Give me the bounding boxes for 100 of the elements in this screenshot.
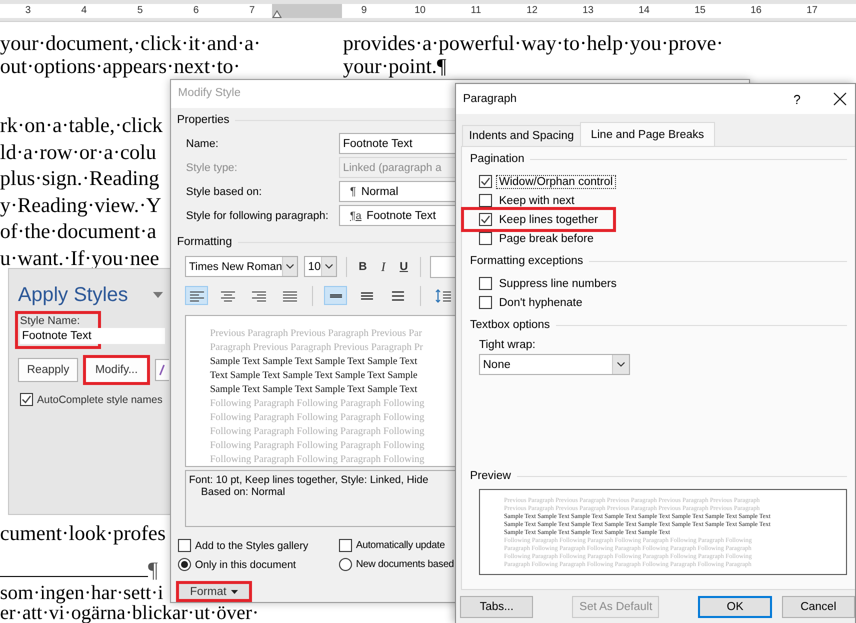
document-text-line: of·the·document·a [0,218,156,244]
document-text-line: u·want.·If·you·nee [0,244,160,271]
preview-text-line: Following Paragraph Following Paragraph Following [210,397,426,411]
ruler-number: 12 [525,4,539,18]
dropdown-field[interactable]: Footnote Text [339,133,455,154]
style-glyph: ¶a [349,210,362,222]
preview-text-line: Following Paragraph Following Paragraph Following [210,453,426,466]
checkbox-label: Keep lines together [498,212,600,226]
ruler-number: 4 [80,4,88,18]
checkbox[interactable] [339,539,352,552]
ruler-number: 5 [136,4,144,18]
checkmark-icon [21,394,32,405]
close-icon [833,92,847,106]
size-dropdown[interactable]: 10 [304,256,337,277]
checkbox-label: Don't hyphenate [498,296,584,310]
document-text-line: ld·a·row·or·a·colu [0,138,156,165]
checkbox-label: Suppress line numbers [498,276,618,290]
preview-text-line: Following Paragraph Following Paragraph Following [210,439,426,453]
document-text-line: y·Reading·view.·Y [0,192,162,218]
document-text-line: your·point.¶ [343,55,446,78]
preview-text-line: Following Paragraph Following Paragraph Following [210,425,426,439]
preview-text-line: Paragraph Previous Paragraph Previous Paragraph Pr [210,341,424,355]
document-text-line: plus·sign.·Reading [0,165,160,192]
dialog-button[interactable]: Reapply [18,358,78,382]
section-header: Properties [177,114,230,126]
checkbox[interactable] [20,393,33,406]
ruler-number: 11 [470,4,482,18]
preview-text-line: Previous Paragraph Previous Paragraph Previous Par [210,327,423,341]
format-menu-button[interactable]: Format [179,584,250,599]
section-header: Pagination [470,153,524,165]
description-text: Based on: Normal [200,486,286,498]
document-text-line: er·att·vi·ogärna·blickar·ut·över· [0,602,259,622]
dialog-title: Paragraph [463,93,518,105]
checkbox[interactable] [178,539,191,552]
checkbox[interactable] [479,194,492,207]
preview-text-line: Following Paragraph Following Paragraph Following [210,411,426,425]
field-value: Footnote Text [343,138,412,150]
checkbox-label: Automatically update [356,540,445,551]
help-button[interactable]: ? [785,92,809,106]
field-label: Style Name: [20,314,81,328]
field-label: Tight wrap: [479,338,536,353]
checkmark-icon [480,214,491,225]
radio-button[interactable] [339,558,352,571]
dropdown-value: Times New Roman [188,260,282,272]
dialog-button[interactable]: Tabs... [460,596,534,618]
field-label: Name: [185,138,220,150]
checkbox[interactable] [479,175,492,188]
field-label: Style type: [185,162,238,174]
tight-wrap-dropdown[interactable]: None [479,354,630,375]
partial-button[interactable] [154,359,169,381]
dialog-button[interactable]: OK [698,596,772,618]
field-value: Normal [361,186,398,198]
dropdown-field[interactable]: ¶a Footnote Text [339,205,455,226]
checkmark-icon [480,176,491,187]
caret-icon [324,264,333,269]
dialog-button[interactable]: Modify... [86,358,147,382]
style-name-field[interactable]: Footnote Text [20,328,165,344]
checkbox[interactable] [479,277,492,290]
tab[interactable]: Line and Page Breaks [580,122,716,146]
style-glyph: ¶ [349,186,356,198]
tab[interactable]: Indents and Spacing [462,125,581,146]
ruler-number: 7 [248,4,256,18]
section-header: Textbox options [470,319,550,331]
format-toggle-button[interactable]: B [356,256,370,276]
checkbox-label: Widow/Orphan control [496,174,616,188]
checkbox[interactable] [479,296,492,309]
spacing-icon [360,292,372,300]
paragraph-mark: ¶ [148,556,158,582]
radio-label: New documents based [356,559,454,570]
color-dropdown[interactable] [430,256,455,278]
paragraph-spacing-icon [434,288,454,304]
ruler-number: 15 [693,4,707,18]
checkbox[interactable] [479,213,492,226]
ruler-number: 14 [637,4,651,18]
document-text-line: out·options·appears·next·to· [0,55,240,78]
radio-label: Only in this document [195,558,296,570]
document-text-line: provides·a·powerful·way·to·help·you·prove· [343,32,724,55]
dialog-button[interactable]: Cancel [782,596,855,618]
caret-icon [286,264,294,269]
checkbox-label: AutoComplete style names [37,394,162,406]
ruler-number: 16 [749,4,763,18]
dropdown-field[interactable]: ¶ Normal [339,181,455,202]
ruler-number: 13 [581,4,595,18]
field-value: Linked (paragraph a [343,162,442,174]
checkbox[interactable] [479,232,492,245]
spacing-icon [330,294,342,298]
dropdown-value: None [482,358,512,370]
ruler-number: 6 [192,4,200,18]
line-spacing-button[interactable] [324,286,347,305]
format-toggle-button[interactable]: U [396,256,412,276]
font-dropdown[interactable]: Times New Roman [185,256,298,277]
field-label: Style based on: [185,186,263,198]
format-toggle-button[interactable]: I [376,256,391,276]
document-text-line: rk·on·a·table,·click [0,112,163,138]
preview-text-line: Text Sample Text Sample Text Sample Text Sample [210,369,418,383]
align-left-button[interactable] [185,286,208,305]
document-text-line: som·ingen·har·sett·i [0,582,164,602]
ruler-number: 9 [360,4,368,18]
section-header: Preview [470,470,511,482]
radio-button[interactable] [178,558,191,571]
